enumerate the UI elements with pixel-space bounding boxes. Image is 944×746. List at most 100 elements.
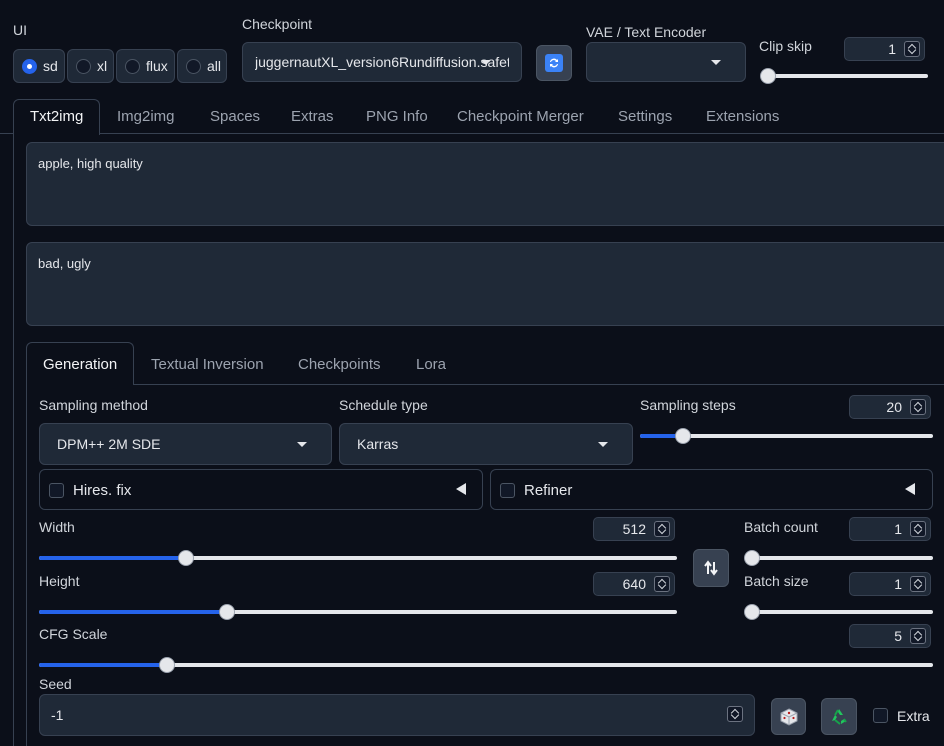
positive-prompt-textarea[interactable]: apple, high quality bbox=[26, 142, 944, 226]
height-slider[interactable] bbox=[39, 604, 677, 620]
checkpoint-label: Checkpoint bbox=[242, 16, 313, 32]
schedule-type-label: Schedule type bbox=[339, 397, 428, 413]
ui-option-flux[interactable]: flux bbox=[116, 49, 175, 83]
tab-png-info[interactable]: PNG Info bbox=[366, 108, 428, 125]
spinner-icon[interactable] bbox=[910, 576, 926, 592]
ui-option-label: flux bbox=[146, 58, 168, 74]
slider-thumb[interactable] bbox=[158, 657, 175, 673]
swap-dimensions-button[interactable] bbox=[693, 549, 729, 587]
ui-option-all[interactable]: all bbox=[177, 49, 227, 83]
ui-option-label: xl bbox=[97, 58, 108, 74]
refiner-accordion[interactable]: Refiner bbox=[490, 469, 933, 510]
spinner-icon[interactable] bbox=[654, 521, 670, 537]
refresh-checkpoint-button[interactable] bbox=[536, 45, 572, 81]
slider-thumb[interactable] bbox=[744, 550, 760, 566]
panel-border bbox=[13, 134, 14, 746]
ui-option-sd[interactable]: sd bbox=[13, 49, 65, 83]
tab-lora[interactable]: Lora bbox=[416, 356, 446, 373]
hires-fix-checkbox[interactable] bbox=[49, 483, 64, 498]
spinner-icon[interactable] bbox=[727, 706, 743, 722]
swap-arrows-icon bbox=[704, 560, 718, 576]
batch-count-input[interactable]: 1 bbox=[849, 517, 931, 541]
seed-label: Seed bbox=[39, 676, 72, 692]
chevron-down-icon bbox=[481, 60, 491, 65]
tab-extensions[interactable]: Extensions bbox=[706, 108, 779, 125]
sampling-steps-input[interactable]: 20 bbox=[849, 395, 931, 419]
sampling-method-dropdown[interactable]: DPM++ 2M SDE bbox=[39, 423, 332, 465]
spinner-icon[interactable] bbox=[910, 399, 926, 415]
recycle-icon bbox=[832, 708, 847, 725]
chevron-down-icon bbox=[297, 442, 307, 447]
slider-thumb[interactable] bbox=[219, 604, 236, 620]
spinner-icon[interactable] bbox=[910, 521, 926, 537]
spinner-icon[interactable] bbox=[654, 576, 670, 592]
clip-skip-slider[interactable] bbox=[760, 68, 928, 84]
checkpoint-dropdown[interactable]: juggernautXL_version6Rundiffusion.safete… bbox=[242, 42, 522, 82]
extra-checkbox[interactable] bbox=[873, 708, 888, 723]
negative-prompt-textarea[interactable]: bad, ugly bbox=[26, 242, 944, 326]
batch-size-input[interactable]: 1 bbox=[849, 572, 931, 596]
batch-count-slider[interactable] bbox=[744, 550, 933, 566]
vae-label: VAE / Text Encoder bbox=[586, 24, 707, 40]
cfg-scale-slider[interactable] bbox=[39, 657, 933, 673]
batch-count-value: 1 bbox=[894, 521, 902, 537]
slider-thumb[interactable] bbox=[744, 604, 760, 620]
sampling-method-value: DPM++ 2M SDE bbox=[57, 436, 161, 452]
height-value: 640 bbox=[622, 576, 646, 592]
chevron-down-icon bbox=[711, 60, 721, 65]
random-seed-button[interactable] bbox=[771, 698, 806, 735]
spinner-icon[interactable] bbox=[904, 41, 920, 57]
gen-panel-border bbox=[26, 384, 27, 746]
collapse-arrow-icon bbox=[905, 483, 915, 495]
tab-txt2img[interactable]: Txt2img bbox=[30, 108, 83, 125]
slider-fill bbox=[39, 663, 167, 667]
chevron-down-icon bbox=[598, 442, 608, 447]
tab-extras[interactable]: Extras bbox=[291, 108, 334, 125]
batch-size-value: 1 bbox=[894, 576, 902, 592]
sampling-method-label: Sampling method bbox=[39, 397, 148, 413]
radio-selected-icon bbox=[22, 58, 37, 74]
cfg-scale-label: CFG Scale bbox=[39, 626, 108, 642]
tab-checkpoint-merger[interactable]: Checkpoint Merger bbox=[457, 108, 584, 125]
height-input[interactable]: 640 bbox=[593, 572, 675, 596]
vae-dropdown[interactable] bbox=[586, 42, 746, 82]
clip-skip-label: Clip skip bbox=[759, 38, 812, 54]
tab-img2img[interactable]: Img2img bbox=[117, 108, 175, 125]
ui-option-label: all bbox=[207, 58, 222, 74]
reuse-seed-button[interactable] bbox=[821, 698, 857, 735]
dice-icon bbox=[780, 707, 797, 726]
width-slider[interactable] bbox=[39, 550, 677, 566]
tab-checkpoints[interactable]: Checkpoints bbox=[298, 356, 381, 373]
tab-spaces[interactable]: Spaces bbox=[210, 108, 260, 125]
width-input[interactable]: 512 bbox=[593, 517, 675, 541]
clip-skip-input[interactable]: 1 bbox=[844, 37, 925, 61]
tab-settings[interactable]: Settings bbox=[618, 108, 672, 125]
seed-input[interactable]: -1 bbox=[39, 694, 755, 736]
ui-option-xl[interactable]: xl bbox=[67, 49, 114, 83]
tab-divider bbox=[0, 133, 944, 134]
tab-generation[interactable]: Generation bbox=[43, 356, 117, 373]
slider-fill bbox=[39, 610, 228, 614]
cfg-scale-input[interactable]: 5 bbox=[849, 624, 931, 648]
sampling-steps-slider[interactable] bbox=[640, 428, 933, 444]
cfg-scale-value: 5 bbox=[894, 628, 902, 644]
refiner-checkbox[interactable] bbox=[500, 483, 515, 498]
radio-icon bbox=[76, 58, 91, 74]
slider-thumb[interactable] bbox=[178, 550, 195, 566]
width-value: 512 bbox=[622, 521, 646, 537]
spinner-icon[interactable] bbox=[910, 628, 926, 644]
hires-fix-accordion[interactable]: Hires. fix bbox=[39, 469, 483, 510]
slider-thumb[interactable] bbox=[760, 68, 776, 84]
tab-textual-inversion[interactable]: Textual Inversion bbox=[151, 356, 264, 373]
clip-skip-value: 1 bbox=[888, 41, 896, 57]
slider-fill bbox=[39, 556, 187, 560]
batch-size-slider[interactable] bbox=[744, 604, 933, 620]
refresh-icon bbox=[545, 54, 563, 72]
schedule-type-dropdown[interactable]: Karras bbox=[339, 423, 633, 465]
radio-icon bbox=[186, 58, 201, 74]
refiner-label: Refiner bbox=[524, 482, 573, 499]
radio-icon bbox=[125, 58, 140, 74]
batch-count-label: Batch count bbox=[744, 519, 818, 535]
slider-thumb[interactable] bbox=[674, 428, 691, 444]
batch-size-label: Batch size bbox=[744, 573, 809, 589]
